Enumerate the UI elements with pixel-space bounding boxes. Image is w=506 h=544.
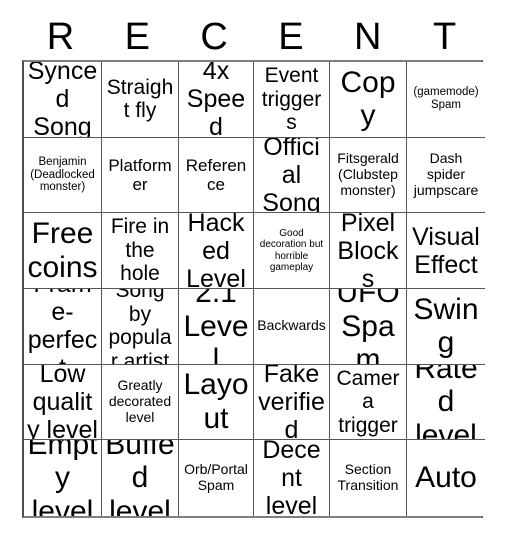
bingo-cell[interactable]: Auto — [407, 440, 485, 516]
bingo-cell-label: Greatly decorated level — [108, 377, 172, 425]
bingo-cell-label: Decent level — [262, 440, 321, 516]
title-letter-4: E — [278, 16, 304, 58]
bingo-cell[interactable]: Benjamin (Deadlocked monster) — [24, 137, 102, 214]
bingo-cell[interactable]: UFO Spam — [330, 288, 407, 365]
title-letter-3: C — [200, 16, 228, 58]
bingo-cell-label: (gamemode) Spam — [413, 86, 479, 112]
bingo-cell-label: Frame-perfect — [27, 289, 98, 364]
bingo-cell[interactable]: Visual Effect — [407, 213, 485, 289]
bingo-cell[interactable]: (gamemode) Spam — [407, 62, 485, 138]
bingo-cell-label: Synced Song — [27, 62, 98, 138]
bingo-cell-label: Visual Effect — [412, 222, 480, 279]
bingo-cell-label: 2.1 Level — [183, 288, 249, 365]
bingo-cell-label: Low quality level — [27, 364, 98, 441]
bingo-cell[interactable]: Event triggers — [254, 62, 330, 138]
bingo-cell[interactable]: Low quality level — [24, 364, 102, 441]
bingo-cell-label: Swing — [413, 292, 479, 360]
bingo-cell[interactable]: Good decoration but horrible gameplay — [254, 213, 330, 289]
bingo-cell[interactable]: Copy — [330, 62, 407, 138]
bingo-cell[interactable]: Dash spider jumpscare — [407, 137, 485, 214]
bingo-cell[interactable]: Rated level — [407, 364, 485, 441]
bingo-cell[interactable]: Platformer — [102, 137, 179, 214]
bingo-cell[interactable]: 4x Speed — [179, 62, 254, 138]
bingo-title-row: R E C E N T — [22, 14, 483, 60]
bingo-cell-label: Fake verified — [258, 364, 325, 441]
title-letter-6: T — [432, 16, 457, 58]
bingo-cell-label: Straight fly — [106, 75, 174, 123]
bingo-cell[interactable]: Camera trigger — [330, 364, 407, 441]
bingo-cell[interactable]: Free coins — [24, 213, 102, 289]
bingo-cell[interactable]: Straight fly — [102, 62, 179, 138]
bingo-cell[interactable]: Official Song — [254, 137, 330, 214]
bingo-cell-label: Fire in the hole — [110, 215, 170, 286]
title-letter-2: E — [124, 16, 150, 58]
bingo-cell-label: Backwards — [257, 317, 326, 334]
bingo-cell-label: Rated level — [414, 364, 478, 441]
bingo-cell-label: Camera trigger — [336, 366, 400, 437]
bingo-card: R E C E N T Synced Song Straight fly 4x Sp… — [0, 0, 506, 544]
bingo-cell-label: Pixel Blocks — [337, 213, 399, 289]
bingo-cell-label: Auto — [415, 461, 477, 495]
bingo-cell[interactable]: Greatly decorated level — [102, 364, 179, 441]
bingo-cell-label: Copy — [340, 65, 396, 133]
title-letter-1: R — [46, 16, 75, 58]
bingo-cell-label: Empty level — [27, 440, 98, 516]
bingo-cell[interactable]: Pixel Blocks — [330, 213, 407, 289]
bingo-cell-label: Free coins — [27, 217, 98, 284]
bingo-cell[interactable]: Backwards — [254, 288, 330, 365]
bingo-cell-label: Section Transition — [337, 461, 399, 494]
bingo-cell-label: UFO Spam — [336, 288, 400, 365]
bingo-cell-label: Layout — [183, 368, 249, 435]
bingo-cell[interactable]: Empty level — [24, 440, 102, 516]
bingo-cell[interactable]: Synced Song — [24, 62, 102, 138]
bingo-cell[interactable]: Hacked Level — [179, 213, 254, 289]
bingo-cell[interactable]: Song by popular artist — [102, 288, 179, 365]
bingo-cell[interactable]: Fake verified — [254, 364, 330, 441]
bingo-cell[interactable]: Frame-perfect — [24, 288, 102, 365]
bingo-cell-label: Event triggers — [261, 64, 322, 135]
bingo-cell-label: Benjamin (Deadlocked monster) — [30, 155, 95, 194]
bingo-cell-label: Song by popular artist — [108, 288, 172, 365]
bingo-cell-label: Reference — [185, 155, 247, 194]
bingo-cell[interactable]: Swing — [407, 288, 485, 365]
bingo-cell[interactable]: Section Transition — [330, 440, 407, 516]
bingo-cell-label: Platformer — [108, 155, 172, 194]
bingo-cell[interactable]: Buffed level — [102, 440, 179, 516]
bingo-cell-label: Official Song — [262, 137, 321, 214]
bingo-cell[interactable]: Layout — [179, 364, 254, 441]
bingo-cell[interactable]: Fitsgerald (Clubstep monster) — [330, 137, 407, 214]
bingo-cell-label: Buffed level — [105, 440, 175, 516]
bingo-cell-label: 4x Speed — [186, 62, 246, 138]
bingo-cell-label: Orb/Portal Spam — [184, 461, 248, 494]
bingo-cell[interactable]: Orb/Portal Spam — [179, 440, 254, 516]
title-letter-5: N — [354, 16, 382, 58]
bingo-cell[interactable]: Reference — [179, 137, 254, 214]
bingo-cell-label: Hacked Level — [186, 213, 246, 289]
bingo-cell-label: Good decoration but horrible gameplay — [259, 228, 324, 273]
bingo-cell-label: Dash spider jumpscare — [413, 150, 479, 198]
bingo-cell[interactable]: 2.1 Level — [179, 288, 254, 365]
bingo-cell[interactable]: Decent level — [254, 440, 330, 516]
bingo-grid: Synced Song Straight fly 4x Speed Event tri… — [22, 60, 485, 518]
bingo-cell-label: Fitsgerald (Clubstep monster) — [337, 150, 399, 198]
bingo-cell[interactable]: Fire in the hole — [102, 213, 179, 289]
